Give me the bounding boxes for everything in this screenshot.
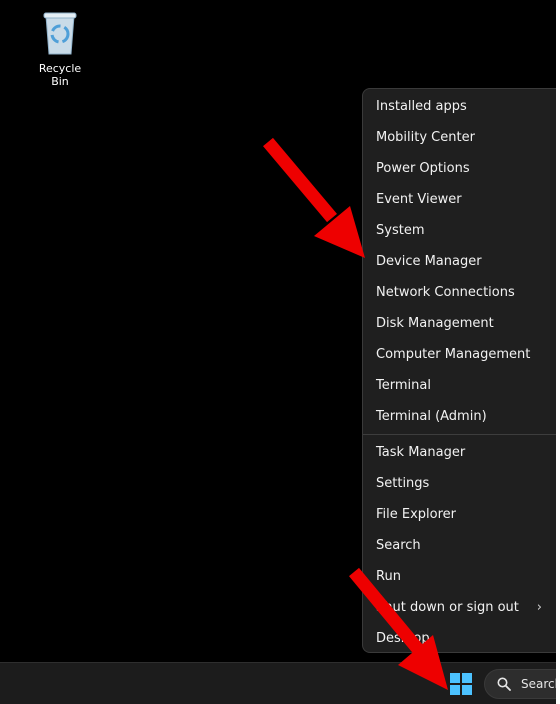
menu-item-terminal[interactable]: Terminal	[363, 370, 556, 401]
menu-item-file-explorer[interactable]: File Explorer	[363, 499, 556, 530]
menu-item-computer-management[interactable]: Computer Management	[363, 339, 556, 370]
menu-separator	[363, 434, 556, 435]
menu-item-search[interactable]: Search	[363, 530, 556, 561]
menu-item-desktop[interactable]: Desktop	[363, 623, 556, 654]
winx-context-menu: Installed apps Mobility Center Power Opt…	[362, 88, 556, 653]
chevron-right-icon: ›	[536, 600, 542, 615]
menu-item-power-options[interactable]: Power Options	[363, 153, 556, 184]
menu-item-run[interactable]: Run	[363, 561, 556, 592]
menu-item-shut-down-label: Shut down or sign out	[376, 600, 519, 615]
menu-item-mobility-center[interactable]: Mobility Center	[363, 122, 556, 153]
search-icon	[497, 677, 511, 691]
menu-item-shut-down-or-sign-out[interactable]: Shut down or sign out ›	[363, 592, 556, 623]
menu-item-installed-apps[interactable]: Installed apps	[363, 91, 556, 122]
menu-item-network-connections[interactable]: Network Connections	[363, 277, 556, 308]
menu-item-task-manager[interactable]: Task Manager	[363, 437, 556, 468]
arrow-pointer-icon	[263, 137, 365, 258]
desktop: Recycle Bin Installed apps Mobility Cent…	[0, 0, 556, 704]
menu-item-system[interactable]: System	[363, 215, 556, 246]
menu-item-event-viewer[interactable]: Event Viewer	[363, 184, 556, 215]
menu-item-terminal-admin[interactable]: Terminal (Admin)	[363, 401, 556, 432]
recycle-bin-label: Recycle Bin	[38, 62, 82, 88]
recycle-bin[interactable]: Recycle Bin	[30, 10, 90, 88]
recycle-bin-icon	[43, 12, 77, 55]
search-label: Search	[521, 677, 556, 691]
menu-item-device-manager[interactable]: Device Manager	[363, 246, 556, 277]
windows-start-icon[interactable]	[450, 673, 472, 695]
taskbar: Search	[0, 662, 556, 704]
taskbar-search-box[interactable]: Search	[484, 669, 556, 699]
menu-item-settings[interactable]: Settings	[363, 468, 556, 499]
menu-item-disk-management[interactable]: Disk Management	[363, 308, 556, 339]
